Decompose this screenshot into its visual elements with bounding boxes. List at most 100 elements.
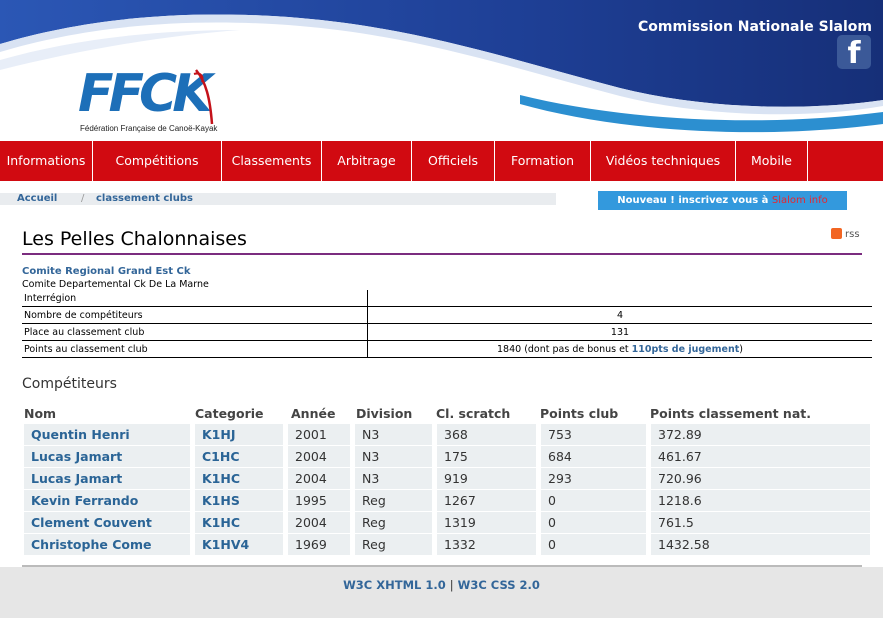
footer-separator: |	[449, 578, 454, 592]
points-club-cell: 293	[541, 468, 646, 489]
department-text: Comite Departemental Ck De La Marne	[22, 279, 209, 290]
category-link[interactable]: K1HV4	[195, 534, 283, 555]
info-label: Place au classement club	[22, 323, 368, 341]
nav-item-videos-techniques[interactable]: Vidéos techniques	[591, 141, 736, 181]
title-divider	[22, 253, 862, 255]
logo-text: FFCK	[78, 64, 212, 124]
nav-item-classements[interactable]: Classements	[222, 141, 322, 181]
slalom-info-promo-button[interactable]: Nouveau ! inscrivez vous à Slalom info	[598, 191, 847, 210]
column-header-annee: Année	[291, 406, 336, 421]
info-label: Interrégion	[22, 290, 368, 307]
main-nav: Informations Compétitions Classements Ar…	[0, 141, 883, 181]
competitor-name-link[interactable]: Quentin Henri	[24, 424, 190, 445]
points-nat-cell: 1218.6	[651, 490, 870, 511]
competitors-section-title: Compétiteurs	[22, 376, 117, 392]
region-link[interactable]: Comite Regional Grand Est Ck	[22, 266, 191, 277]
points-nat-cell: 720.96	[651, 468, 870, 489]
competitor-name-link[interactable]: Lucas Jamart	[24, 446, 190, 467]
competitor-name-link[interactable]: Kevin Ferrando	[24, 490, 190, 511]
category-link[interactable]: K1HJ	[195, 424, 283, 445]
category-link[interactable]: K1HC	[195, 468, 283, 489]
scratch-cell: 1319	[437, 512, 536, 533]
points-club-cell: 0	[541, 534, 646, 555]
points-club-cell: 0	[541, 512, 646, 533]
column-header-points-classement-nat: Points classement nat.	[650, 406, 811, 421]
year-cell: 2001	[288, 424, 350, 445]
info-label: Nombre de compétiteurs	[22, 306, 368, 324]
club-info-table: Interrégion Nombre de compétiteurs 4 Pla…	[22, 290, 872, 358]
info-row: Nombre de compétiteurs 4	[22, 306, 872, 324]
table-row: Christophe Come K1HV4 1969 Reg 1332 0 14…	[24, 534, 870, 555]
column-header-points-club: Points club	[540, 406, 619, 421]
category-link[interactable]: C1HC	[195, 446, 283, 467]
nav-item-officiels[interactable]: Officiels	[412, 141, 495, 181]
points-nat-cell: 761.5	[651, 512, 870, 533]
page-title: Les Pelles Chalonnaises	[22, 228, 247, 250]
info-row: Points au classement club 1840 (dont pas…	[22, 340, 872, 358]
nav-item-formation[interactable]: Formation	[495, 141, 591, 181]
info-row: Interrégion	[22, 290, 872, 307]
w3c-xhtml-link[interactable]: W3C XHTML 1.0	[343, 578, 446, 592]
scratch-cell: 1267	[437, 490, 536, 511]
site-title: Commission Nationale Slalom	[638, 19, 872, 35]
year-cell: 2004	[288, 446, 350, 467]
table-row: Kevin Ferrando K1HS 1995 Reg 1267 0 1218…	[24, 490, 870, 511]
facebook-icon[interactable]: f	[837, 35, 871, 69]
promo-text: Nouveau ! inscrivez vous à	[617, 195, 769, 206]
ffck-logo[interactable]: FFCK Fédération Française de Canoë-Kayak	[78, 64, 217, 133]
division-cell: Reg	[355, 534, 432, 555]
nav-item-informations[interactable]: Informations	[0, 141, 93, 181]
scratch-cell: 175	[437, 446, 536, 467]
points-suffix: )	[739, 343, 743, 355]
table-row: Lucas Jamart C1HC 2004 N3 175 684 461.67	[24, 446, 870, 467]
breadcrumb-home[interactable]: Accueil	[17, 193, 57, 205]
category-link[interactable]: K1HC	[195, 512, 283, 533]
division-cell: Reg	[355, 512, 432, 533]
division-cell: N3	[355, 468, 432, 489]
info-row: Place au classement club 131	[22, 323, 872, 341]
column-header-categorie: Categorie	[195, 406, 264, 421]
points-text: 1840 (dont pas de bonus et	[497, 343, 632, 355]
points-club-cell: 0	[541, 490, 646, 511]
paddler-icon	[193, 69, 214, 125]
column-header-division: Division	[356, 406, 413, 421]
rss-link[interactable]: rss	[831, 228, 860, 240]
competitor-name-link[interactable]: Lucas Jamart	[24, 468, 190, 489]
info-value	[367, 290, 872, 307]
competitor-name-link[interactable]: Clement Couvent	[24, 512, 190, 533]
scratch-cell: 1332	[437, 534, 536, 555]
year-cell: 1969	[288, 534, 350, 555]
footer	[0, 567, 883, 618]
column-header-nom: Nom	[24, 406, 57, 421]
competitor-name-link[interactable]: Christophe Come	[24, 534, 190, 555]
category-link[interactable]: K1HS	[195, 490, 283, 511]
year-cell: 1995	[288, 490, 350, 511]
table-row: Lucas Jamart K1HC 2004 N3 919 293 720.96	[24, 468, 870, 489]
points-nat-cell: 1432.58	[651, 534, 870, 555]
rss-label: rss	[845, 229, 860, 240]
header: Commission Nationale Slalom f FFCK Fédér…	[0, 0, 883, 141]
info-value: 4	[367, 306, 872, 324]
points-club-cell: 684	[541, 446, 646, 467]
footer-links: W3C XHTML 1.0 | W3C CSS 2.0	[0, 578, 883, 592]
division-cell: N3	[355, 446, 432, 467]
points-nat-cell: 461.67	[651, 446, 870, 467]
rss-icon	[831, 228, 842, 239]
scratch-cell: 919	[437, 468, 536, 489]
nav-item-arbitrage[interactable]: Arbitrage	[322, 141, 412, 181]
division-cell: Reg	[355, 490, 432, 511]
breadcrumb-current[interactable]: classement clubs	[96, 193, 193, 205]
breadcrumb-separator: /	[81, 193, 85, 204]
points-nat-cell: 372.89	[651, 424, 870, 445]
scratch-cell: 368	[437, 424, 536, 445]
points-club-cell: 753	[541, 424, 646, 445]
jugement-link[interactable]: 110pts de jugement	[632, 344, 740, 355]
year-cell: 2004	[288, 468, 350, 489]
w3c-css-link[interactable]: W3C CSS 2.0	[458, 578, 540, 592]
info-label: Points au classement club	[22, 340, 368, 358]
nav-item-competitions[interactable]: Compétitions	[93, 141, 222, 181]
nav-item-mobile[interactable]: Mobile	[736, 141, 808, 181]
column-header-cl-scratch: Cl. scratch	[436, 406, 511, 421]
info-value: 1840 (dont pas de bonus et 110pts de jug…	[367, 340, 872, 358]
promo-highlight: Slalom info	[771, 195, 828, 206]
